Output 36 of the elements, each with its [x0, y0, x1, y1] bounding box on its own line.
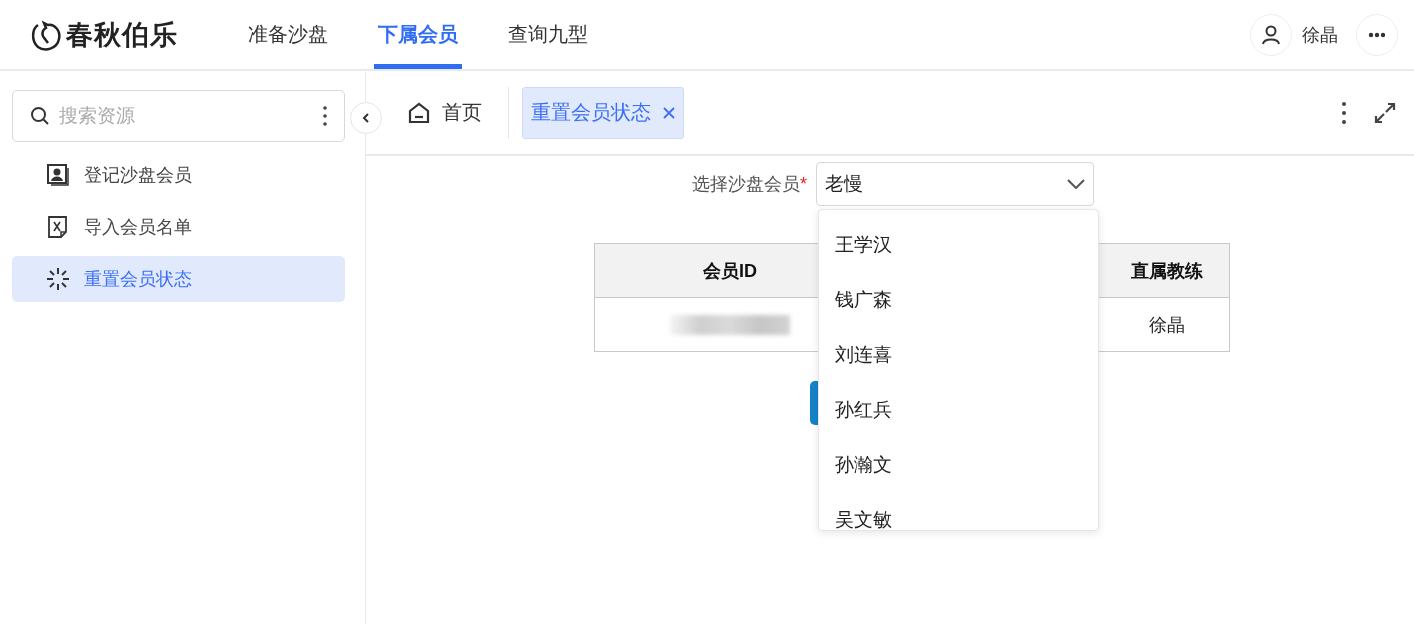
kebab-icon[interactable]: [1342, 101, 1346, 124]
required-mark: *: [800, 173, 807, 195]
nav-tab[interactable]: 下属会员: [367, 0, 469, 69]
member-select[interactable]: 老慢: [816, 162, 1094, 206]
sidebar-item[interactable]: 登记沙盘会员: [12, 152, 345, 198]
more-icon: [1368, 31, 1386, 38]
nav-tab[interactable]: 准备沙盘: [237, 0, 339, 69]
user-name: 徐晶: [1302, 23, 1338, 47]
search-field[interactable]: 搜索资源: [12, 90, 345, 142]
dropdown-option[interactable]: 孙红兵: [819, 382, 1098, 437]
dropdown-option[interactable]: 刘连喜: [819, 327, 1098, 382]
sidebar-item[interactable]: 导入会员名单: [12, 204, 345, 250]
nav-tab[interactable]: 查询九型: [497, 0, 599, 69]
dropdown-option[interactable]: 吴文敏: [819, 492, 1098, 530]
spreadsheet-file-icon: [46, 215, 70, 239]
chevron-down-icon: [1067, 179, 1085, 189]
field-label: 选择沙盘会员: [692, 173, 800, 196]
column-header: 直属教练: [1105, 244, 1229, 298]
home-tab[interactable]: 首页: [402, 86, 488, 139]
loading-spinner-icon: [46, 267, 70, 291]
user-avatar-button[interactable]: [1250, 13, 1292, 56]
home-icon: [408, 101, 430, 124]
logo-text: 春秋伯乐: [66, 18, 178, 52]
sidebar-item[interactable]: 重置会员状态: [12, 256, 345, 302]
dropdown-option[interactable]: 孙瀚文: [819, 437, 1098, 492]
collapse-button[interactable]: [350, 102, 382, 134]
search-icon: [30, 106, 50, 126]
fullscreen-icon[interactable]: [1374, 101, 1396, 124]
user-icon: [1261, 24, 1281, 45]
table-cell-text: 徐晶: [1148, 313, 1186, 337]
contact-card-icon: [46, 163, 70, 187]
chevron-left-icon: [362, 113, 370, 123]
more-button[interactable]: [1356, 13, 1398, 56]
kebab-icon[interactable]: [323, 106, 327, 126]
close-icon[interactable]: [663, 106, 675, 119]
page-tab[interactable]: 重置会员状态: [522, 86, 684, 139]
